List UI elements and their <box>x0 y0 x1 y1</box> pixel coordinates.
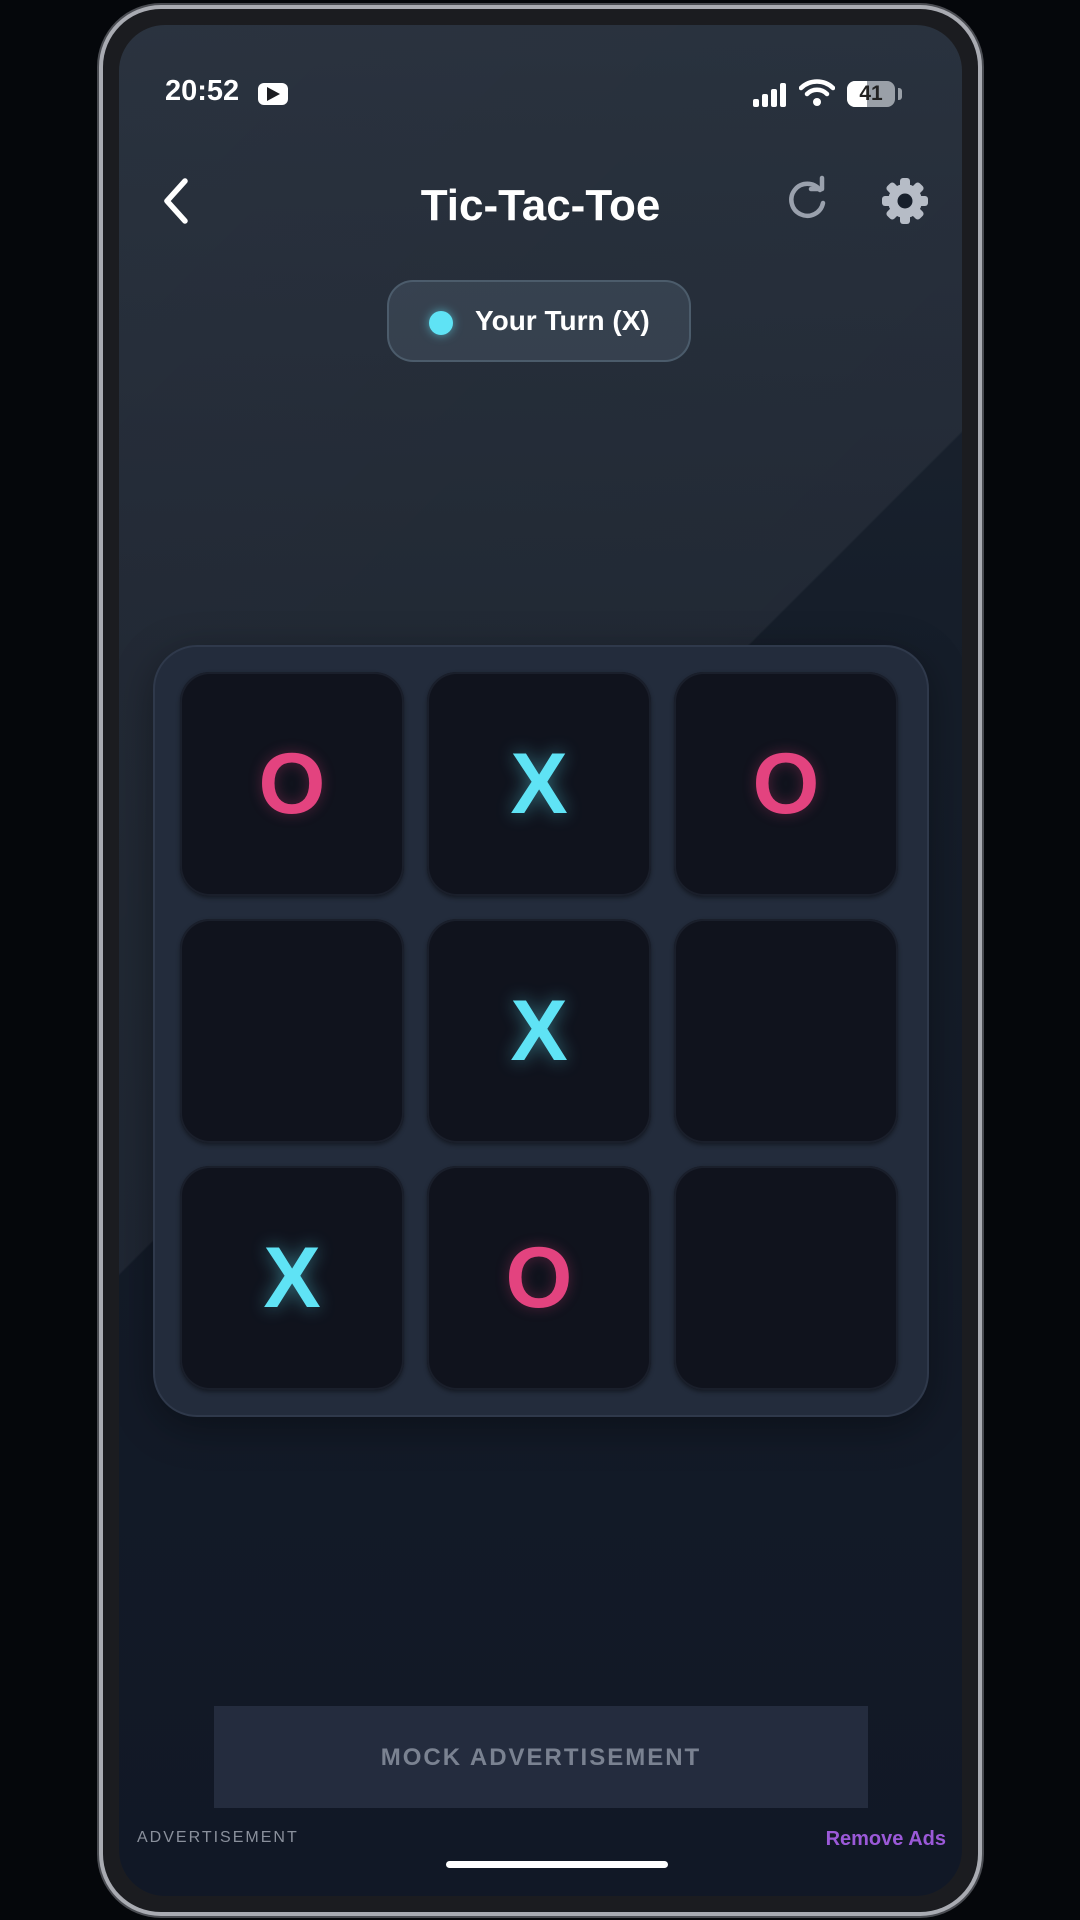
board-cell-8[interactable]: O <box>427 1166 651 1390</box>
settings-button[interactable] <box>877 173 933 229</box>
board-cell-4[interactable] <box>180 919 404 1143</box>
game-board: O X O X X O <box>153 645 929 1417</box>
battery-level: 41 <box>859 82 883 105</box>
cellular-signal-icon <box>753 83 786 107</box>
home-indicator[interactable] <box>446 1861 668 1868</box>
app-screen: 20:52 41 Tic-Tac-Toe Your Turn (X) O X O… <box>119 25 962 1896</box>
remove-ads-link[interactable]: Remove Ads <box>826 1828 946 1851</box>
board-cell-5[interactable]: X <box>427 919 651 1143</box>
restart-button[interactable] <box>781 175 833 227</box>
board-cell-2[interactable]: X <box>427 672 651 896</box>
board-cell-9[interactable] <box>674 1166 898 1390</box>
turn-indicator: Your Turn (X) <box>387 280 691 362</box>
ad-banner[interactable]: MOCK ADVERTISEMENT <box>214 1706 868 1808</box>
gear-icon <box>882 178 928 224</box>
ad-caption: ADVERTISEMENT <box>137 1829 299 1846</box>
wifi-icon <box>799 79 835 106</box>
battery-tip <box>898 88 902 100</box>
refresh-icon <box>789 175 826 219</box>
status-time: 20:52 <box>165 75 240 107</box>
board-cell-1[interactable]: O <box>180 672 404 896</box>
turn-label: Your Turn (X) <box>475 305 650 336</box>
board-cell-7[interactable]: X <box>180 1166 404 1390</box>
ad-banner-text: MOCK ADVERTISEMENT <box>380 1744 702 1771</box>
turn-dot <box>429 311 453 335</box>
board-cell-3[interactable]: O <box>674 672 898 896</box>
battery-icon: 41 <box>847 81 895 107</box>
board-cell-6[interactable] <box>674 919 898 1143</box>
phone-frame: 20:52 41 Tic-Tac-Toe Your Turn (X) O X O… <box>103 9 978 1912</box>
youtube-icon <box>258 83 288 105</box>
page-title: Tic-Tac-Toe <box>420 181 661 230</box>
